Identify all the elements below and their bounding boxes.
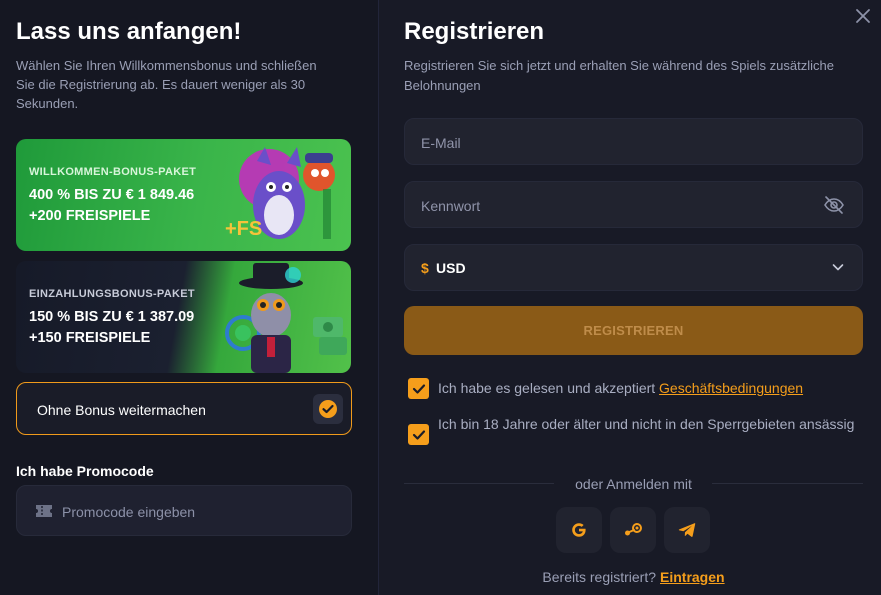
email-placeholder: E-Mail bbox=[421, 135, 461, 151]
register-subtitle: Registrieren Sie sich jetzt und erhalten… bbox=[404, 58, 834, 93]
promocode-input[interactable]: Promocode eingeben bbox=[16, 485, 352, 536]
close-icon[interactable] bbox=[852, 5, 874, 27]
currency-symbol: $ bbox=[421, 260, 429, 276]
bonus-freespins: +200 FREISPIELE bbox=[29, 208, 151, 224]
divider-right bbox=[712, 483, 863, 484]
check-icon bbox=[319, 400, 337, 418]
register-button[interactable]: REGISTRIEREN bbox=[404, 306, 863, 355]
check-icon bbox=[412, 429, 425, 440]
or-login-text: oder Anmelden mit bbox=[575, 476, 692, 492]
fs-badge: +FS bbox=[225, 218, 262, 240]
cat-mascot-illustration bbox=[225, 263, 347, 373]
welcome-title: Lass uns anfangen! bbox=[16, 18, 242, 45]
email-field[interactable]: E-Mail bbox=[404, 118, 863, 165]
register-button-label: REGISTRIEREN bbox=[583, 323, 684, 338]
bonus-amount: 400 % BIS ZU € 1 849.46 bbox=[29, 187, 195, 203]
chevron-down-icon bbox=[832, 264, 844, 271]
currency-select[interactable]: $ USD bbox=[404, 244, 863, 291]
password-field[interactable]: Kennwort bbox=[404, 181, 863, 228]
telegram-login-button[interactable] bbox=[664, 507, 710, 553]
no-bonus-option[interactable]: Ohne Bonus weitermachen bbox=[16, 382, 352, 435]
bonus-label: WILLKOMMEN-BONUS-PAKET bbox=[29, 166, 197, 178]
telegram-icon bbox=[678, 523, 696, 537]
terms-label: Ich habe es gelesen und akzeptiert bbox=[438, 380, 656, 396]
ticket-icon bbox=[36, 505, 52, 517]
left-panel: Lass uns anfangen! Wählen Sie Ihren Will… bbox=[0, 0, 378, 595]
no-bonus-label: Ohne Bonus weitermachen bbox=[37, 402, 206, 418]
age-checkbox-row: Ich bin 18 Jahre oder älter und nicht in… bbox=[408, 414, 868, 454]
terms-checkbox[interactable] bbox=[408, 378, 429, 399]
steam-icon bbox=[625, 523, 642, 536]
steam-login-button[interactable] bbox=[610, 507, 656, 553]
terms-text: Ich habe es gelesen und akzeptiert Gesch… bbox=[438, 379, 803, 398]
welcome-subtitle: Wählen Sie Ihren Willkommensbonus und sc… bbox=[16, 58, 317, 111]
promocode-title: Ich habe Promocode bbox=[16, 463, 154, 479]
no-bonus-check bbox=[313, 394, 343, 424]
deposit-bonus-card[interactable]: EINZAHLUNGSBONUS-PAKET 150 % BIS ZU € 1 … bbox=[16, 261, 351, 373]
password-placeholder: Kennwort bbox=[421, 198, 481, 214]
login-link[interactable]: Eintragen bbox=[660, 569, 725, 585]
age-checkbox[interactable] bbox=[408, 424, 429, 445]
bonus-freespins: +150 FREISPIELE bbox=[29, 330, 151, 346]
login-prompt-text: Bereits registriert? bbox=[542, 569, 656, 585]
login-prompt: Bereits registriert? Eintragen bbox=[404, 569, 863, 585]
bonus-amount: 150 % BIS ZU € 1 387.09 bbox=[29, 309, 195, 325]
welcome-bonus-card[interactable]: WILLKOMMEN-BONUS-PAKET 400 % BIS ZU € 1 … bbox=[16, 139, 351, 251]
eye-off-icon[interactable] bbox=[823, 195, 845, 215]
check-icon bbox=[412, 383, 425, 394]
currency-value: USD bbox=[436, 260, 466, 276]
terms-link[interactable]: Geschäftsbedingungen bbox=[659, 380, 803, 396]
google-icon bbox=[572, 523, 586, 537]
register-title: Registrieren bbox=[404, 18, 545, 45]
age-text: Ich bin 18 Jahre oder älter und nicht in… bbox=[438, 416, 855, 432]
promocode-placeholder: Promocode eingeben bbox=[62, 504, 196, 520]
mascot-illustration: +FS bbox=[225, 147, 335, 240]
google-login-button[interactable] bbox=[556, 507, 602, 553]
bonus-label: EINZAHLUNGSBONUS-PAKET bbox=[29, 288, 195, 300]
terms-checkbox-row: Ich habe es gelesen und akzeptiert Gesch… bbox=[408, 378, 868, 402]
